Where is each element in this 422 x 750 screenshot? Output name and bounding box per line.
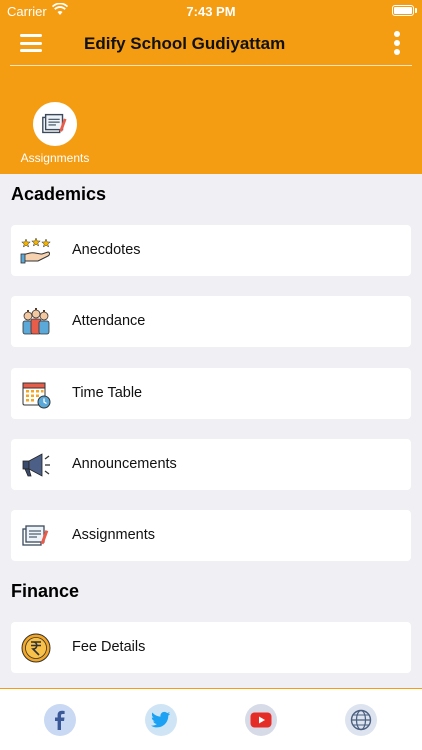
battery-icon bbox=[392, 5, 414, 16]
more-options-icon[interactable] bbox=[394, 31, 400, 57]
megaphone-icon bbox=[22, 453, 50, 477]
list-item-label: Anecdotes bbox=[72, 242, 141, 258]
facebook-icon[interactable] bbox=[44, 704, 76, 736]
list-item-label: Announcements bbox=[72, 456, 177, 472]
youtube-icon[interactable] bbox=[245, 704, 277, 736]
list-item-announcements[interactable]: Announcements bbox=[11, 439, 411, 490]
battery-tip bbox=[415, 8, 417, 13]
list-item-label: Time Table bbox=[72, 385, 143, 401]
list-item-anecdotes[interactable]: Anecdotes bbox=[11, 225, 411, 276]
list-item-time-table[interactable]: Time Table bbox=[11, 368, 411, 419]
list-item-label: Fee Details bbox=[72, 639, 146, 655]
rupee-coin-icon bbox=[21, 633, 51, 663]
list-item-label: Attendance bbox=[72, 313, 146, 329]
social-bar bbox=[0, 688, 422, 750]
status-bar: Carrier 7:43 PM bbox=[0, 0, 422, 22]
navigation-bar: Edify School Gudiyattam bbox=[0, 22, 422, 66]
quick-access-label: Assignments bbox=[20, 151, 90, 165]
section-title-finance: Finance bbox=[11, 581, 80, 601]
list-item-attendance[interactable]: Attendance bbox=[11, 296, 411, 347]
page-title: Edify School Gudiyattam bbox=[84, 34, 286, 53]
section-title-academics: Academics bbox=[11, 184, 107, 204]
quick-access-banner: Assignments bbox=[0, 66, 422, 174]
list-item-label: Assignments bbox=[72, 527, 156, 543]
globe-icon[interactable] bbox=[345, 704, 377, 736]
time-table-icon bbox=[22, 382, 51, 409]
assignments-icon bbox=[22, 525, 49, 546]
attendance-icon bbox=[22, 308, 50, 335]
assignments-icon bbox=[33, 102, 77, 146]
list-item-assignments[interactable]: Assignments bbox=[11, 510, 411, 561]
quick-access-assignments[interactable]: Assignments bbox=[12, 102, 98, 165]
anecdotes-icon bbox=[20, 237, 51, 264]
status-time: 7:43 PM bbox=[186, 4, 236, 19]
twitter-icon[interactable] bbox=[145, 704, 177, 736]
hamburger-menu-icon[interactable] bbox=[20, 34, 42, 52]
list-item-fee-details[interactable]: Fee Details bbox=[11, 622, 411, 673]
